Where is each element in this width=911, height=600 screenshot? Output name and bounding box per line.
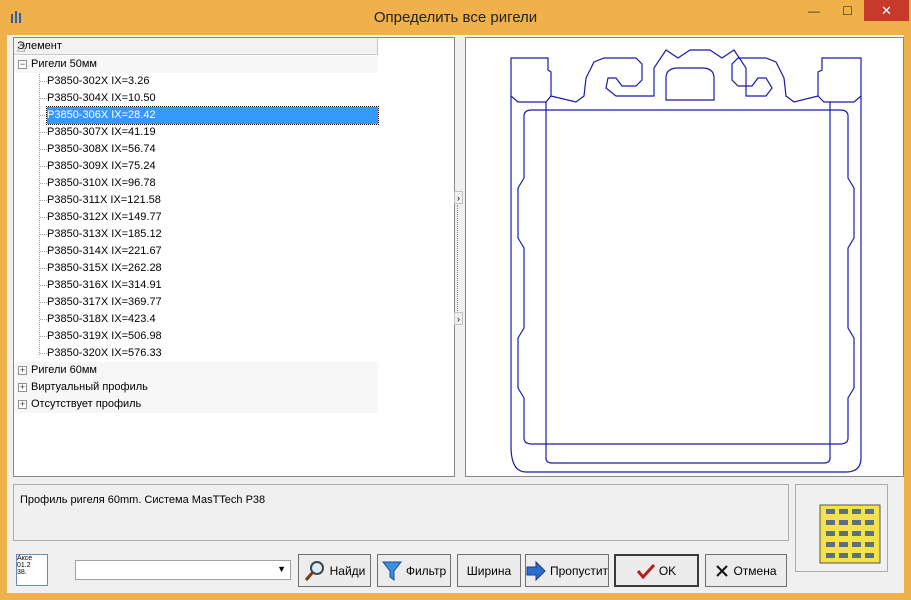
title-bar[interactable]: Определить все ригели — ☐ ✕ (0, 0, 911, 35)
tree-connector-line (40, 285, 47, 286)
skip-button[interactable]: Пропустит (525, 554, 609, 587)
tree-item[interactable]: P3850-307X IX=41.19 (47, 124, 156, 141)
cross-icon (715, 564, 729, 578)
tree-item[interactable]: P3850-313X IX=185.12 (47, 226, 162, 243)
tree-connector-line (40, 183, 47, 184)
find-button[interactable]: Найди (298, 554, 371, 587)
tree-connector-line (40, 200, 47, 201)
tree-group[interactable]: + Отсутствует профиль (14, 396, 378, 413)
tree-group-label: Ригели 50мм (31, 58, 97, 70)
description-text: Профиль ригеля 60mm. Система MasTTech P3… (20, 494, 266, 506)
find-button-label: Найди (329, 563, 366, 578)
profile-outline-svg (510, 49, 862, 473)
tree-connector-line (40, 132, 47, 133)
tree-item[interactable]: P3850-302X IX=3.26 (47, 73, 149, 90)
maximize-icon: ☐ (842, 3, 853, 18)
tree-connector-line (40, 217, 47, 218)
tree-group-label: Виртуальный профиль (31, 381, 148, 393)
close-button[interactable]: ✕ (864, 0, 909, 21)
tree-item[interactable]: P3850-310X IX=96.78 (47, 175, 156, 192)
tree-group-label: Ригели 60мм (31, 364, 97, 376)
access-icon-line: 01.2 (17, 562, 31, 569)
close-icon: ✕ (881, 2, 892, 18)
tree-item[interactable]: P3850-314X IX=221.67 (47, 243, 162, 260)
element-tree[interactable]: Элемент △ − Ригели 50мм P3850-302X IX=3.26… (13, 37, 455, 477)
tree-connector-line (40, 166, 47, 167)
tree-item[interactable]: P3850-317X IX=369.77 (47, 294, 162, 311)
cancel-button[interactable]: Отмена (705, 554, 787, 587)
funnel-icon (381, 560, 402, 582)
search-combo[interactable]: ▼ (75, 560, 291, 580)
tree-connector-line (40, 302, 47, 303)
width-button-label: Ширина (466, 563, 512, 578)
window-title: Определить все ригели (373, 9, 538, 26)
access-icon-line: Акce (17, 555, 33, 562)
filter-button[interactable]: Фильтр (377, 554, 451, 587)
tree-item[interactable]: P3850-308X IX=56.74 (47, 141, 156, 158)
arrow-right-icon (526, 560, 546, 582)
tree-item[interactable]: P3850-316X IX=314.91 (47, 277, 162, 294)
minimize-button[interactable]: — (797, 0, 831, 21)
tree-connector-line (40, 268, 47, 269)
tree-group[interactable]: − Ригели 50мм (14, 56, 378, 73)
splitter-right-arrow-bottom[interactable]: › (454, 312, 463, 325)
expand-icon[interactable]: + (18, 383, 27, 392)
dialog-client: Элемент △ − Ригели 50мм P3850-302X IX=3.26… (7, 35, 904, 593)
glazing-grid-icon (819, 504, 881, 564)
access-database-icon[interactable]: Акce 01.2 38. (16, 554, 48, 586)
tree-column-header[interactable]: Элемент △ (14, 38, 378, 55)
profile-drawing (465, 37, 904, 477)
ok-button-label: OK (658, 563, 677, 578)
tree-item[interactable]: P3850-309X IX=75.24 (47, 158, 156, 175)
tree-item[interactable]: P3850-312X IX=149.77 (47, 209, 162, 226)
tree-connector-line (40, 98, 47, 99)
dialog-window: Определить все ригели — ☐ ✕ Элемент △ − Р… (0, 0, 911, 600)
minimize-icon: — (808, 3, 820, 18)
maximize-button[interactable]: ☐ (831, 0, 864, 21)
cancel-button-label: Отмена (733, 563, 777, 578)
collapse-icon[interactable]: − (18, 60, 27, 69)
tree-item[interactable]: P3850-306X IX=28.42 (46, 106, 379, 125)
tree-connector-line (40, 149, 47, 150)
tree-connector-line (40, 234, 47, 235)
tree-item[interactable]: P3850-315X IX=262.28 (47, 260, 162, 277)
tree-connector-line (40, 336, 47, 337)
width-button[interactable]: Ширина (457, 554, 521, 587)
tree-group[interactable]: + Ригели 60мм (14, 362, 378, 379)
glazing-thumbnail (795, 484, 888, 572)
tree-connector-line (40, 81, 47, 82)
sort-triangle-icon: △ (17, 41, 26, 53)
magnifier-icon (304, 560, 326, 582)
filter-button-label: Фильтр (405, 563, 447, 578)
tree-group[interactable]: + Виртуальный профиль (14, 379, 378, 396)
splitter-right-arrow-top[interactable]: › (454, 191, 463, 204)
access-icon-line: 38. (17, 569, 27, 576)
description-panel: Профиль ригеля 60mm. Система MasTTech P3… (13, 484, 789, 541)
tree-group-label: Отсутствует профиль (31, 398, 142, 410)
tree-item[interactable]: P3850-319X IX=506.98 (47, 328, 162, 345)
checkmark-icon (636, 563, 655, 579)
expand-icon[interactable]: + (18, 400, 27, 409)
tree-connector-line (40, 251, 47, 252)
tree-connector-line (40, 115, 47, 116)
tree-item[interactable]: P3850-304X IX=10.50 (47, 90, 156, 107)
ok-button[interactable]: OK (614, 554, 699, 587)
tree-item[interactable]: P3850-311X IX=121.58 (47, 192, 161, 209)
dropdown-arrow-icon[interactable]: ▼ (277, 564, 286, 574)
tree-item[interactable]: P3850-318X IX=423.4 (47, 311, 156, 328)
skip-button-label: Пропустит (549, 563, 609, 578)
expand-icon[interactable]: + (18, 366, 27, 375)
tree-connector-line (40, 319, 47, 320)
tree-connector-line (40, 353, 47, 354)
splitter-grip[interactable] (457, 205, 458, 311)
tree-item[interactable]: P3850-320X IX=576.33 (47, 345, 162, 362)
